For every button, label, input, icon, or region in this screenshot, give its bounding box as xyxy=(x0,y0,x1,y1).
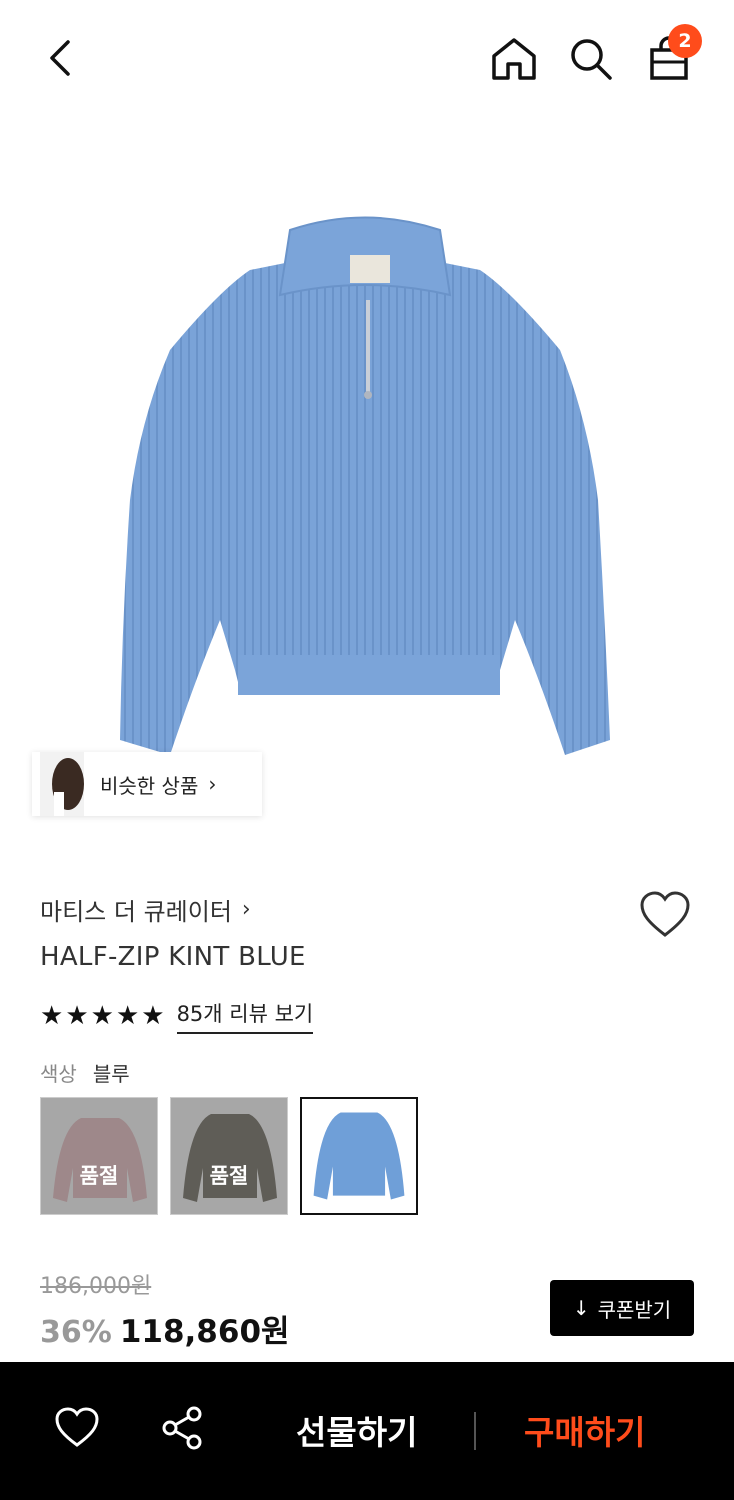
color-swatches: 품절 품절 xyxy=(40,1097,430,1215)
price-row: 36% 118,860원 xyxy=(40,1306,290,1351)
coupon-label: 쿠폰받기 xyxy=(597,1297,672,1322)
brand-link[interactable]: 마티스 더 큐레이터 › xyxy=(40,892,251,927)
rating-stars: ★ ★ ★ ★ ★ xyxy=(40,1003,167,1029)
cart-count-badge: 2 xyxy=(668,24,702,58)
brand-name: 마티스 더 큐레이터 xyxy=(40,898,232,926)
star-icon: ★ xyxy=(115,1001,140,1031)
sold-out-overlay xyxy=(171,1098,287,1214)
search-icon[interactable] xyxy=(568,36,614,82)
sold-out-overlay xyxy=(41,1098,157,1214)
sale-price: 118,860원 xyxy=(119,1314,290,1350)
sold-out-label: 품절 xyxy=(209,1164,249,1188)
top-bar: 2 xyxy=(0,0,734,118)
bottom-action-bar: 선물하기 구매하기 xyxy=(0,1362,734,1500)
gift-button[interactable]: 선물하기 xyxy=(296,1406,417,1454)
download-icon: ↓ xyxy=(572,1296,590,1320)
color-row: 색상 블루 xyxy=(40,1058,130,1087)
heart-icon[interactable] xyxy=(54,1406,100,1448)
star-icon: ★ xyxy=(40,1001,64,1031)
chevron-right-icon: › xyxy=(208,772,217,796)
rating-row: ★ ★ ★ ★ ★ 85개 리뷰 보기 xyxy=(40,998,314,1034)
similar-product-thumbnail xyxy=(40,752,84,816)
divider xyxy=(474,1412,476,1450)
color-value: 블루 xyxy=(92,1062,130,1086)
sold-out-label: 품절 xyxy=(79,1164,119,1188)
discount-rate: 36% xyxy=(40,1315,112,1350)
color-swatch-khaki[interactable]: 품절 xyxy=(170,1097,288,1215)
star-icon: ★ xyxy=(90,1001,114,1031)
color-swatch-blue[interactable] xyxy=(300,1097,418,1215)
home-icon[interactable] xyxy=(490,36,538,82)
review-link[interactable]: 85개 리뷰 보기 xyxy=(176,998,314,1034)
buy-button[interactable]: 구매하기 xyxy=(524,1406,645,1454)
similar-products-button[interactable]: 비슷한 상품 › xyxy=(32,752,262,816)
color-swatch-pink[interactable]: 품절 xyxy=(40,1097,158,1215)
product-image[interactable] xyxy=(100,200,630,770)
original-price: 186,000원 xyxy=(40,1274,152,1299)
chevron-right-icon: › xyxy=(241,897,251,922)
star-icon: ★ xyxy=(141,1001,165,1031)
coupon-button[interactable]: ↓ 쿠폰받기 xyxy=(550,1280,694,1336)
similar-products-label: 비슷한 상품 xyxy=(100,773,199,798)
star-icon: ★ xyxy=(65,1001,89,1031)
back-icon[interactable] xyxy=(40,36,84,80)
heart-icon[interactable] xyxy=(638,888,692,942)
share-icon[interactable] xyxy=(160,1406,204,1450)
color-label: 색상 xyxy=(40,1062,77,1086)
product-name: HALF-ZIP KINT BLUE xyxy=(40,942,306,972)
